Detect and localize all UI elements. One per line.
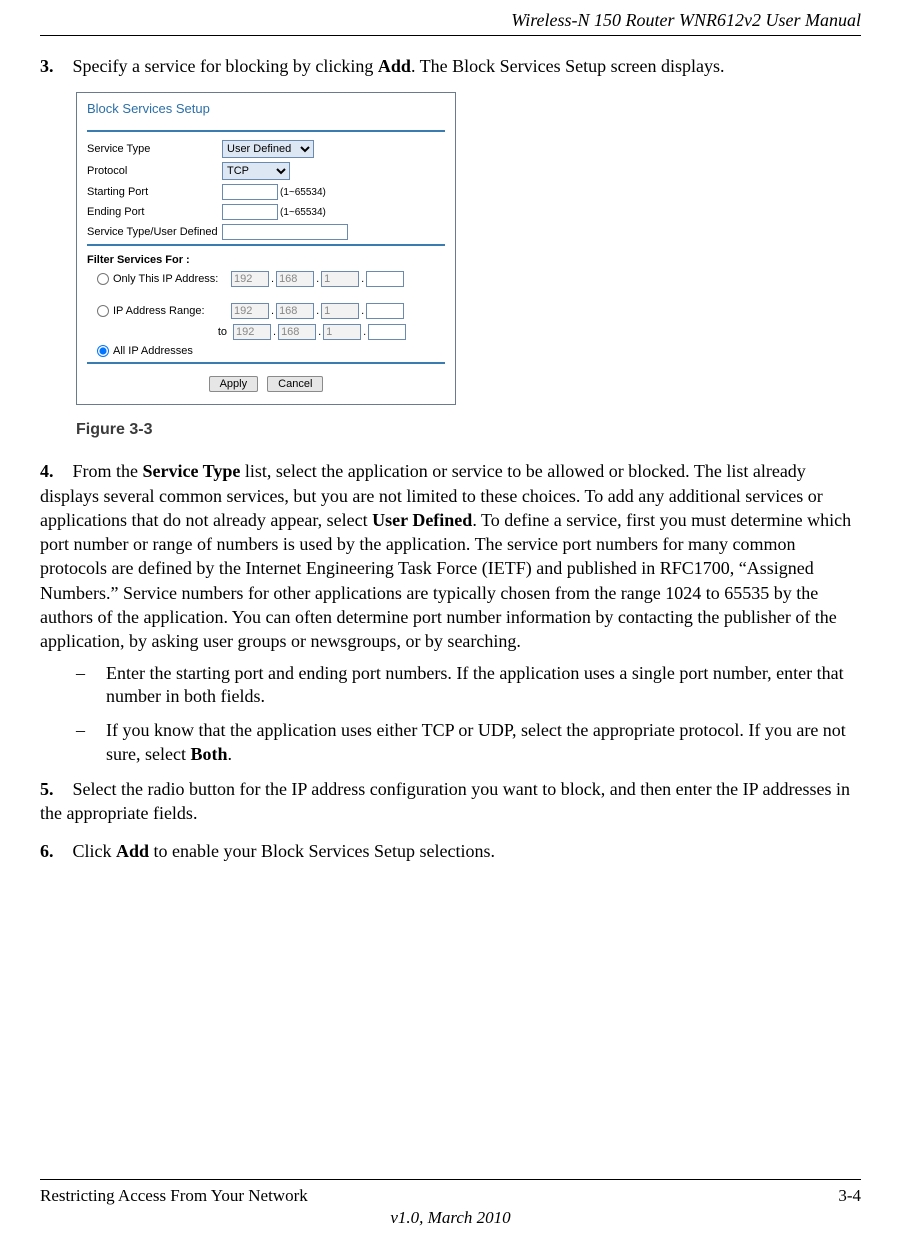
label-ip-range: IP Address Range: <box>113 305 231 317</box>
apply-button[interactable]: Apply <box>209 376 259 392</box>
user-defined-input[interactable] <box>222 224 348 240</box>
label-filter-for: Filter Services For : <box>87 254 445 266</box>
range-from-oct4[interactable] <box>366 303 404 319</box>
range-to-oct3[interactable] <box>323 324 361 340</box>
step-4a-dash: – <box>76 662 106 710</box>
step-5: 5. Select the radio button for the IP ad… <box>40 777 861 826</box>
starting-port-input[interactable] <box>222 184 278 200</box>
footer-page-number: 3-4 <box>838 1186 861 1206</box>
range-to-oct1[interactable] <box>233 324 271 340</box>
protocol-select[interactable]: TCP <box>222 162 290 180</box>
step-3-bold: Add <box>378 56 411 76</box>
radio-ip-range[interactable] <box>97 305 109 317</box>
ss-sep-1 <box>87 130 445 132</box>
step-6: 6. Click Add to enable your Block Servic… <box>40 839 861 863</box>
step-4-number: 4. <box>40 459 68 483</box>
step-6-bold: Add <box>116 841 149 861</box>
block-services-setup-screenshot: Block Services Setup Service Type User D… <box>76 92 456 405</box>
only-ip-oct4[interactable] <box>366 271 404 287</box>
service-type-select[interactable]: User Defined <box>222 140 314 158</box>
range-to-oct2[interactable] <box>278 324 316 340</box>
starting-port-hint: (1~65534) <box>280 187 326 198</box>
label-ending-port: Ending Port <box>87 206 222 218</box>
page-header-title: Wireless-N 150 Router WNR612v2 User Manu… <box>40 10 861 31</box>
step-4b-dash: – <box>76 719 106 767</box>
step-3-text-pre: Specify a service for blocking by clicki… <box>73 56 378 76</box>
ending-port-input[interactable] <box>222 204 278 220</box>
radio-all-ip[interactable] <box>97 345 109 357</box>
step-4a: – Enter the starting port and ending por… <box>76 662 861 710</box>
label-user-defined: Service Type/User Defined <box>87 226 222 238</box>
only-ip-oct2[interactable] <box>276 271 314 287</box>
step-4b: – If you know that the application uses … <box>76 719 861 767</box>
radio-only-this-ip[interactable] <box>97 273 109 285</box>
step-6-number: 6. <box>40 839 68 863</box>
only-ip-oct3[interactable] <box>321 271 359 287</box>
figure-caption: Figure 3-3 <box>76 421 861 439</box>
step-6-post: to enable your Block Services Setup sele… <box>149 841 495 861</box>
label-service-type: Service Type <box>87 143 222 155</box>
step-5-text: Select the radio button for the IP addre… <box>40 779 850 823</box>
label-only-this-ip: Only This IP Address: <box>113 273 231 285</box>
step-3-number: 3. <box>40 54 68 78</box>
label-protocol: Protocol <box>87 165 222 177</box>
cancel-button[interactable]: Cancel <box>267 376 323 392</box>
step-3: 3. Specify a service for blocking by cli… <box>40 54 861 78</box>
step-6-pre: Click <box>73 841 117 861</box>
only-ip-oct1[interactable] <box>231 271 269 287</box>
label-to: to <box>97 326 233 338</box>
ss-sep-2 <box>87 244 445 246</box>
ss-title: Block Services Setup <box>87 101 445 116</box>
step-5-number: 5. <box>40 777 68 801</box>
step-4b-bold: Both <box>190 744 227 764</box>
footer-rule <box>40 1179 861 1180</box>
ss-sep-3 <box>87 362 445 364</box>
step-4: 4. From the Service Type list, select th… <box>40 459 861 653</box>
step-4b-post: . <box>227 744 232 764</box>
step-3-text-post: . The Block Services Setup screen displa… <box>411 56 725 76</box>
footer-version: v1.0, March 2010 <box>40 1208 861 1228</box>
step-4-post: . To define a service, first you must de… <box>40 510 851 651</box>
ending-port-hint: (1~65534) <box>280 207 326 218</box>
step-4-pre: From the <box>73 461 143 481</box>
range-from-oct2[interactable] <box>276 303 314 319</box>
header-rule <box>40 35 861 36</box>
page-footer: Restricting Access From Your Network 3-4… <box>40 1179 861 1228</box>
range-to-oct4[interactable] <box>368 324 406 340</box>
range-from-oct1[interactable] <box>231 303 269 319</box>
step-4-b1: Service Type <box>143 461 241 481</box>
label-all-ip: All IP Addresses <box>113 345 231 357</box>
step-4a-text: Enter the starting port and ending port … <box>106 662 861 710</box>
footer-left: Restricting Access From Your Network <box>40 1186 308 1206</box>
step-4-b2: User Defined <box>372 510 472 530</box>
range-from-oct3[interactable] <box>321 303 359 319</box>
label-starting-port: Starting Port <box>87 186 222 198</box>
